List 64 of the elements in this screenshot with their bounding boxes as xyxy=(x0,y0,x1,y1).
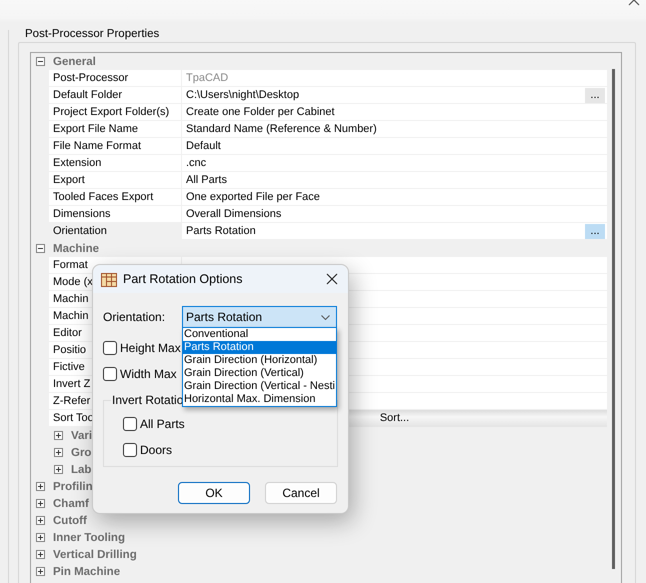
property-value: Default xyxy=(186,140,222,152)
property-name[interactable]: Project Export Folder(s) xyxy=(49,104,182,121)
property-value: One exported File per Face xyxy=(186,191,321,203)
property-name[interactable]: Extension xyxy=(49,155,182,172)
category-label[interactable]: Vertical Drilling xyxy=(53,548,137,560)
expand-toggle-icon[interactable] xyxy=(36,516,45,525)
category-label[interactable]: Lab xyxy=(71,464,92,476)
property-value: Parts Rotation xyxy=(186,225,257,237)
property-name[interactable]: Export File Name xyxy=(49,121,182,138)
property-value: TpaCAD xyxy=(186,72,230,84)
ok-button[interactable]: OK xyxy=(178,482,250,504)
expand-toggle-icon[interactable] xyxy=(54,431,63,440)
property-name[interactable]: Export xyxy=(49,172,182,189)
group-title: Post-Processor Properties xyxy=(24,28,160,40)
checkbox[interactable]: Width Max xyxy=(103,367,177,381)
chevron-down-icon xyxy=(321,314,330,320)
expand-toggle-icon[interactable] xyxy=(36,57,45,66)
close-icon[interactable] xyxy=(628,0,640,6)
category-label[interactable]: Gro xyxy=(71,446,92,458)
expand-toggle-icon[interactable] xyxy=(36,550,45,559)
category-label[interactable]: General xyxy=(53,56,96,68)
expand-toggle-icon[interactable] xyxy=(36,244,45,253)
browse-button[interactable]: ... xyxy=(585,88,605,102)
dropdown-option[interactable]: Grain Direction (Vertical) xyxy=(183,367,336,380)
checkbox[interactable]: Doors xyxy=(123,443,172,457)
property-value: Standard Name (Reference & Number) xyxy=(186,123,378,135)
dropdown-option[interactable]: Grain Direction (Vertical - Nesti xyxy=(183,380,336,393)
property-name[interactable]: File Name Format xyxy=(49,138,182,155)
dialog-title: Part Rotation Options xyxy=(123,272,244,286)
category-label[interactable]: Chamf xyxy=(53,498,89,510)
checkbox[interactable]: Height Max xyxy=(103,341,181,355)
close-icon[interactable] xyxy=(326,273,338,285)
property-name[interactable]: Dimensions xyxy=(49,206,182,223)
category-label[interactable]: Machine xyxy=(53,242,100,254)
cancel-button[interactable]: Cancel xyxy=(265,482,337,504)
property-value: All Parts xyxy=(186,174,228,186)
cabinet-icon xyxy=(101,272,117,286)
dropdown-option[interactable]: Conventional xyxy=(183,328,336,341)
dropdown-option[interactable]: Horizontal Max. Dimension xyxy=(183,393,336,406)
orientation-label: Orientation: xyxy=(103,310,166,324)
group-title: Invert Rotatio xyxy=(111,393,184,407)
property-name[interactable]: Tooled Faces Export xyxy=(49,189,182,206)
category-label[interactable]: Cutoff xyxy=(53,514,87,526)
expand-toggle-icon[interactable] xyxy=(54,448,63,457)
category-label[interactable]: Inner Tooling xyxy=(53,532,125,544)
orientation-dropdown[interactable]: Parts Rotation xyxy=(182,306,337,328)
dropdown-option[interactable]: Grain Direction (Horizontal) xyxy=(183,354,336,367)
expand-toggle-icon[interactable] xyxy=(36,567,45,576)
expand-toggle-icon[interactable] xyxy=(36,533,45,542)
scrollbar-thumb[interactable] xyxy=(612,69,615,569)
checkbox[interactable]: All Parts xyxy=(123,417,185,431)
dropdown-option[interactable]: Parts Rotation xyxy=(183,341,336,354)
category-label[interactable]: Profilin xyxy=(53,480,93,492)
category-label[interactable]: Vari xyxy=(71,430,92,442)
property-value: C:\Users\night\Desktop xyxy=(186,89,300,101)
browse-button[interactable]: ... xyxy=(585,224,605,238)
category-label[interactable]: Pin Machine xyxy=(53,566,120,578)
expand-toggle-icon[interactable] xyxy=(36,499,45,508)
property-value: Overall Dimensions xyxy=(186,208,282,220)
property-value: .cnc xyxy=(186,157,208,169)
property-value: Create one Folder per Cabinet xyxy=(186,106,336,118)
property-name[interactable]: Default Folder xyxy=(49,87,182,104)
expand-toggle-icon[interactable] xyxy=(36,482,45,491)
expand-toggle-icon[interactable] xyxy=(54,465,63,474)
